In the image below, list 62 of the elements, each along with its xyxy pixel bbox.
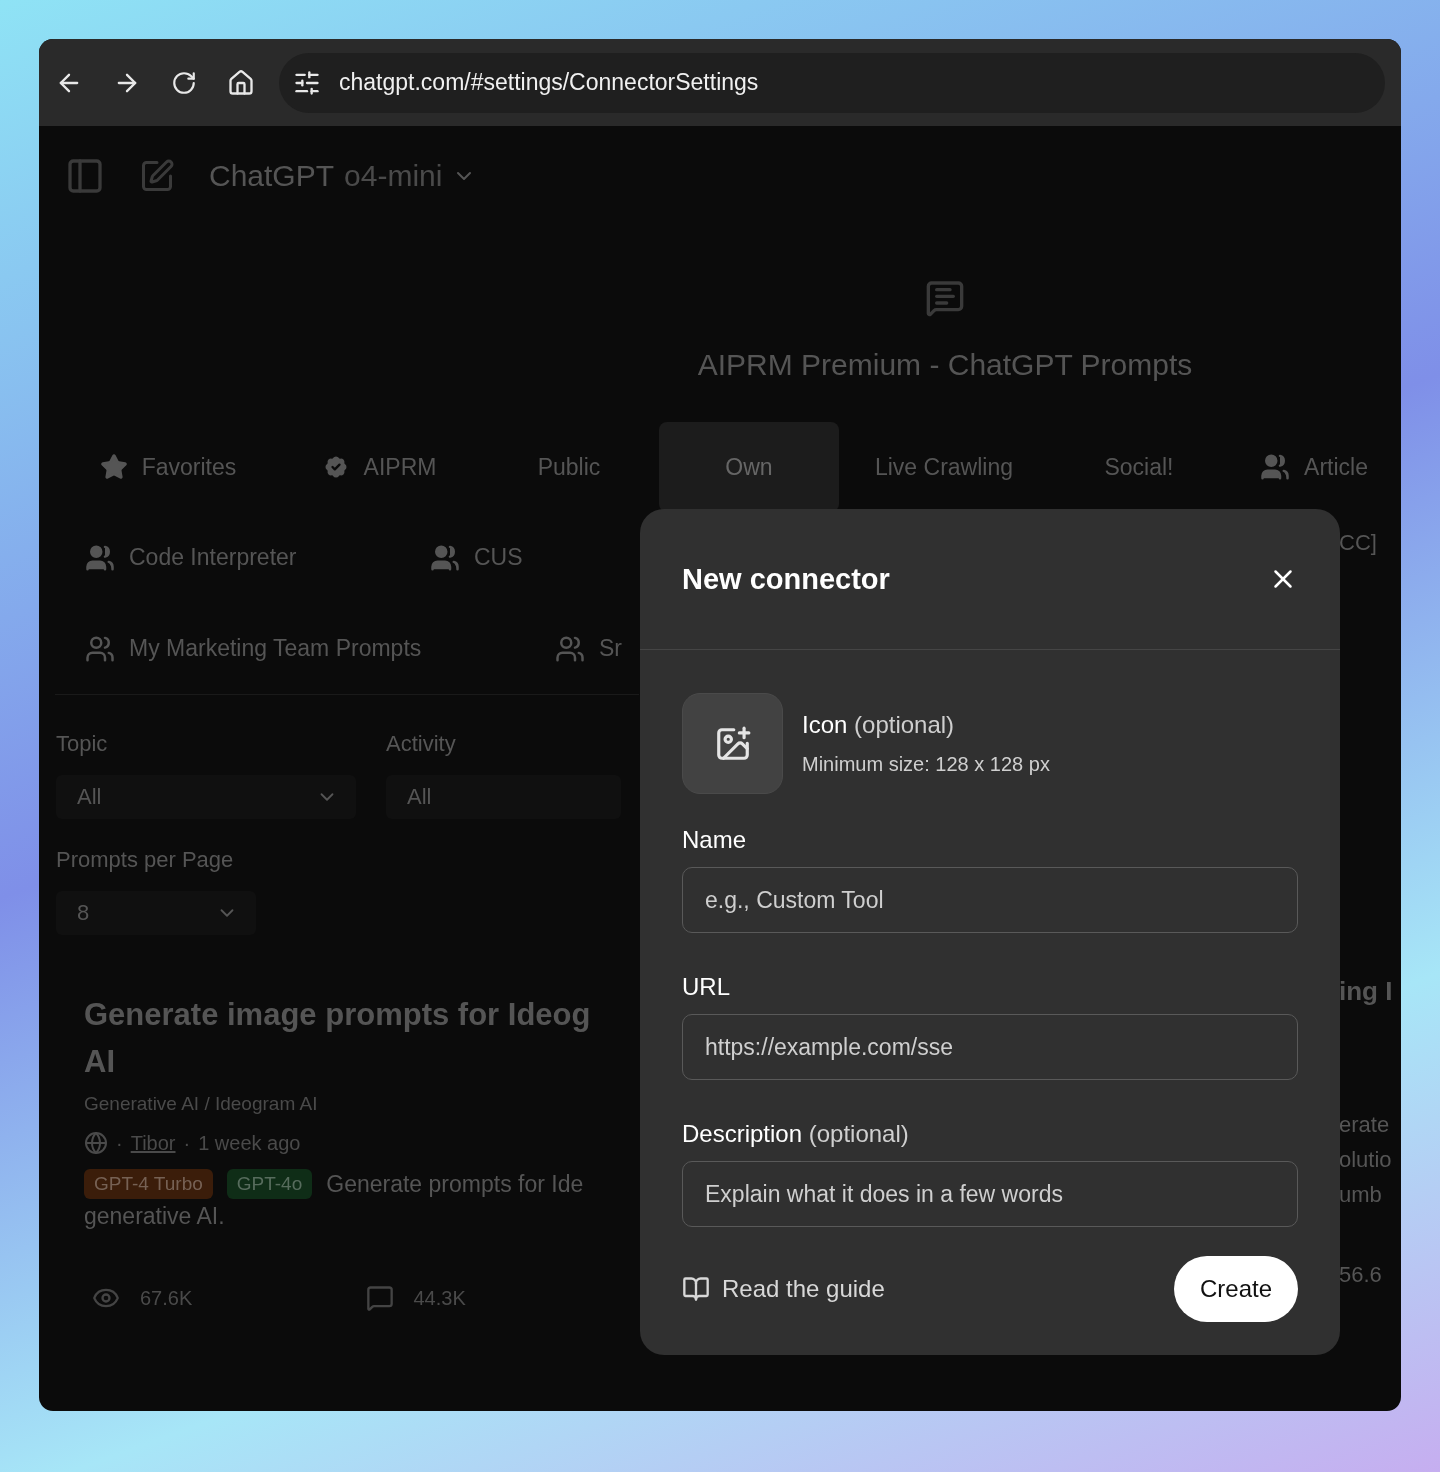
filter-select[interactable]: 8 <box>56 891 256 935</box>
book-icon <box>682 1275 710 1303</box>
time-text: 1 week ago <box>198 1131 301 1155</box>
stat-count: 67.6K <box>140 1286 193 1310</box>
cut-off-text: CC] <box>1339 530 1378 556</box>
field-label: Name <box>682 826 748 854</box>
input-field[interactable]: https://example.com/sse <box>682 1014 1298 1080</box>
home-button[interactable] <box>227 68 255 97</box>
guide-link[interactable]: Read the guide <box>682 1275 885 1303</box>
author-link[interactable]: Tibor <box>130 1131 176 1155</box>
field-label: URL <box>682 973 731 1001</box>
input-field[interactable]: Explain what it does in a few words <box>682 1161 1298 1227</box>
model-tag: GPT-4o <box>226 1169 313 1199</box>
prompt-description: generative AI. <box>84 1203 226 1230</box>
prompt-title[interactable]: AI <box>84 1038 639 1085</box>
input-field[interactable]: e.g., Custom Tool <box>682 867 1298 933</box>
stat-count: 44.3K <box>413 1286 466 1310</box>
model-tag: GPT-4 Turbo <box>84 1169 213 1199</box>
category-tab[interactable]: Social! <box>1049 422 1229 512</box>
filter-label: Topic <box>56 731 109 757</box>
category-tab[interactable]: CUS <box>430 542 630 573</box>
star-icon <box>99 453 128 481</box>
people-icon <box>1260 452 1291 482</box>
dialog-title: New connector <box>682 562 890 596</box>
icon-label: Icon (optional) <box>802 711 956 739</box>
filter-label: Prompts per Page <box>56 847 235 873</box>
prompt-title[interactable]: Generate image prompts for Ideog <box>84 991 639 1038</box>
address-bar[interactable]: chatgpt.com/#settings/ConnectorSettings <box>279 52 1385 113</box>
filter-label: Activity <box>386 731 457 757</box>
cut-off-text: 56.6 <box>1339 1262 1383 1288</box>
category-tab[interactable]: Sr <box>555 633 635 664</box>
filter-select[interactable]: All <box>56 775 356 819</box>
category-tab[interactable]: Article <box>1229 422 1399 512</box>
category-tab[interactable]: AIPRM <box>279 422 479 512</box>
reload-button[interactable] <box>171 69 197 96</box>
page-title: AIPRM Premium - ChatGPT Prompts <box>697 348 1193 382</box>
prompt-description: Generate prompts for Ide <box>326 1170 584 1198</box>
model-selector[interactable]: ChatGPT o4-mini <box>209 159 477 193</box>
cut-off-text: ing I <box>1339 976 1393 1007</box>
sidebar-toggle-icon[interactable] <box>65 156 105 196</box>
category-tab[interactable]: Code Interpreter <box>85 542 430 573</box>
prompt-category: Generative AI / Ideogram AI <box>84 1093 319 1115</box>
category-tab[interactable]: My Marketing Team Prompts <box>85 633 555 664</box>
url-text: chatgpt.com/#settings/ConnectorSettings <box>339 69 759 96</box>
category-tab[interactable]: Live Crawling <box>839 422 1049 512</box>
site-settings-icon[interactable] <box>293 68 321 97</box>
globe-icon <box>84 1131 108 1155</box>
cut-off-text: umb <box>1339 1181 1383 1209</box>
separator-dot: · <box>116 1131 123 1155</box>
icon-size-note: Minimum size: 128 x 128 px <box>802 753 1050 776</box>
chat-bubble-icon <box>925 278 965 318</box>
icon-upload-button[interactable] <box>682 693 783 794</box>
cut-off-text: erate <box>1339 1111 1391 1139</box>
create-button[interactable]: Create <box>1173 1256 1298 1322</box>
separator-dot: · <box>183 1131 191 1155</box>
category-tab[interactable]: Favorites <box>57 422 279 512</box>
cut-off-text: olutio <box>1339 1146 1393 1174</box>
category-tab[interactable]: Own <box>659 422 839 512</box>
filter-select[interactable]: All <box>386 775 621 819</box>
field-label: Description (optional) <box>682 1120 910 1148</box>
category-tab[interactable]: Public <box>479 422 659 512</box>
comment-icon <box>365 1284 394 1312</box>
